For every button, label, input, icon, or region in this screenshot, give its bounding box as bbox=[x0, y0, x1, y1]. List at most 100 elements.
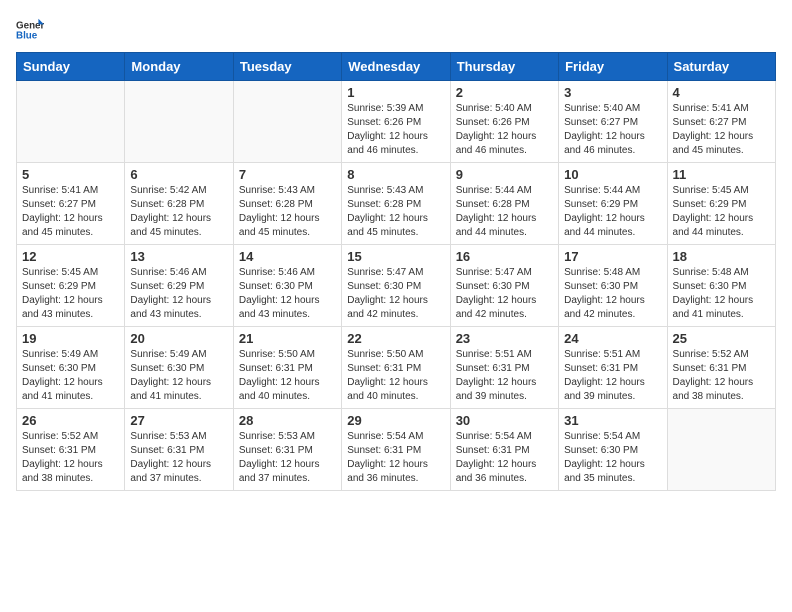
day-number: 16 bbox=[456, 249, 553, 264]
calendar-cell: 31 Sunrise: 5:54 AM Sunset: 6:30 PM Dayli… bbox=[559, 409, 667, 491]
day-number: 14 bbox=[239, 249, 336, 264]
calendar-cell: 14 Sunrise: 5:46 AM Sunset: 6:30 PM Dayli… bbox=[233, 245, 341, 327]
calendar-cell: 15Sunrise: 5:47 AM Sunset: 6:30 PM Dayli… bbox=[342, 245, 450, 327]
day-number: 25 bbox=[673, 331, 770, 346]
calendar-cell: 6 Sunrise: 5:42 AM Sunset: 6:28 PM Daylig… bbox=[125, 163, 233, 245]
day-number: 19 bbox=[22, 331, 119, 346]
day-number: 5 bbox=[22, 167, 119, 182]
calendar-cell: 25 Sunrise: 5:52 AM Sunset: 6:31 PM Dayli… bbox=[667, 327, 775, 409]
day-info: Sunrise: 5:43 AM Sunset: 6:28 PM Dayligh… bbox=[239, 184, 336, 240]
day-info: Sunrise: 5:44 AM Sunset: 6:28 PM Dayligh… bbox=[456, 184, 553, 240]
calendar-cell: 1 Sunrise: 5:39 AM Sunset: 6:26 PM Daylig… bbox=[342, 81, 450, 163]
day-info: Sunrise: 5:54 AM Sunset: 6:31 PM Dayligh… bbox=[347, 430, 444, 486]
day-info: Sunrise: 5:43 AM Sunset: 6:28 PM Dayligh… bbox=[347, 184, 444, 240]
day-number: 30 bbox=[456, 413, 553, 428]
calendar-week-3: 12 Sunrise: 5:45 AM Sunset: 6:29 PM Dayli… bbox=[17, 245, 776, 327]
weekday-header-sunday: Sunday bbox=[17, 53, 125, 81]
calendar-cell: 30Sunrise: 5:54 AM Sunset: 6:31 PM Dayli… bbox=[450, 409, 558, 491]
calendar-cell: 13 Sunrise: 5:46 AM Sunset: 6:29 PM Dayli… bbox=[125, 245, 233, 327]
weekday-header-saturday: Saturday bbox=[667, 53, 775, 81]
day-info: Sunrise: 5:40 AM Sunset: 6:26 PM Dayligh… bbox=[456, 102, 553, 158]
calendar-cell: 5 Sunrise: 5:41 AM Sunset: 6:27 PM Daylig… bbox=[17, 163, 125, 245]
day-number: 3 bbox=[564, 85, 661, 100]
calendar-cell: 19 Sunrise: 5:49 AM Sunset: 6:30 PM Dayli… bbox=[17, 327, 125, 409]
day-number: 10 bbox=[564, 167, 661, 182]
calendar-cell: 20 Sunrise: 5:49 AM Sunset: 6:30 PM Dayli… bbox=[125, 327, 233, 409]
day-number: 13 bbox=[130, 249, 227, 264]
calendar-cell: 11 Sunrise: 5:45 AM Sunset: 6:29 PM Dayli… bbox=[667, 163, 775, 245]
day-number: 31 bbox=[564, 413, 661, 428]
day-info: Sunrise: 5:50 AM Sunset: 6:31 PM Dayligh… bbox=[347, 348, 444, 404]
calendar-cell: 23 Sunrise: 5:51 AM Sunset: 6:31 PM Dayli… bbox=[450, 327, 558, 409]
day-info: Sunrise: 5:49 AM Sunset: 6:30 PM Dayligh… bbox=[130, 348, 227, 404]
calendar-table: SundayMondayTuesdayWednesdayThursdayFrid… bbox=[16, 52, 776, 491]
calendar-cell: 2 Sunrise: 5:40 AM Sunset: 6:26 PM Daylig… bbox=[450, 81, 558, 163]
weekday-header-wednesday: Wednesday bbox=[342, 53, 450, 81]
day-info: Sunrise: 5:50 AM Sunset: 6:31 PM Dayligh… bbox=[239, 348, 336, 404]
day-number: 2 bbox=[456, 85, 553, 100]
day-number: 20 bbox=[130, 331, 227, 346]
day-info: Sunrise: 5:53 AM Sunset: 6:31 PM Dayligh… bbox=[239, 430, 336, 486]
calendar-cell: 4 Sunrise: 5:41 AM Sunset: 6:27 PM Daylig… bbox=[667, 81, 775, 163]
day-info: Sunrise: 5:41 AM Sunset: 6:27 PM Dayligh… bbox=[673, 102, 770, 158]
day-info: Sunrise: 5:46 AM Sunset: 6:30 PM Dayligh… bbox=[239, 266, 336, 322]
day-number: 27 bbox=[130, 413, 227, 428]
calendar-week-4: 19 Sunrise: 5:49 AM Sunset: 6:30 PM Dayli… bbox=[17, 327, 776, 409]
day-info: Sunrise: 5:45 AM Sunset: 6:29 PM Dayligh… bbox=[673, 184, 770, 240]
logo: General Blue bbox=[16, 16, 44, 44]
day-info: Sunrise: 5:51 AM Sunset: 6:31 PM Dayligh… bbox=[564, 348, 661, 404]
day-number: 24 bbox=[564, 331, 661, 346]
calendar-cell: 22 Sunrise: 5:50 AM Sunset: 6:31 PM Dayli… bbox=[342, 327, 450, 409]
calendar-cell bbox=[667, 409, 775, 491]
calendar-cell: 9 Sunrise: 5:44 AM Sunset: 6:28 PM Daylig… bbox=[450, 163, 558, 245]
page-header: General Blue bbox=[16, 16, 776, 44]
day-info: Sunrise: 5:41 AM Sunset: 6:27 PM Dayligh… bbox=[22, 184, 119, 240]
day-number: 21 bbox=[239, 331, 336, 346]
weekday-header-monday: Monday bbox=[125, 53, 233, 81]
weekday-header-row: SundayMondayTuesdayWednesdayThursdayFrid… bbox=[17, 53, 776, 81]
day-info: Sunrise: 5:42 AM Sunset: 6:28 PM Dayligh… bbox=[130, 184, 227, 240]
day-info: Sunrise: 5:48 AM Sunset: 6:30 PM Dayligh… bbox=[673, 266, 770, 322]
calendar-cell: 16Sunrise: 5:47 AM Sunset: 6:30 PM Dayli… bbox=[450, 245, 558, 327]
day-info: Sunrise: 5:51 AM Sunset: 6:31 PM Dayligh… bbox=[456, 348, 553, 404]
calendar-cell: 3 Sunrise: 5:40 AM Sunset: 6:27 PM Daylig… bbox=[559, 81, 667, 163]
calendar-cell bbox=[233, 81, 341, 163]
day-number: 11 bbox=[673, 167, 770, 182]
calendar-cell bbox=[17, 81, 125, 163]
day-number: 9 bbox=[456, 167, 553, 182]
day-number: 1 bbox=[347, 85, 444, 100]
day-info: Sunrise: 5:52 AM Sunset: 6:31 PM Dayligh… bbox=[673, 348, 770, 404]
day-info: Sunrise: 5:48 AM Sunset: 6:30 PM Dayligh… bbox=[564, 266, 661, 322]
day-info: Sunrise: 5:45 AM Sunset: 6:29 PM Dayligh… bbox=[22, 266, 119, 322]
day-info: Sunrise: 5:49 AM Sunset: 6:30 PM Dayligh… bbox=[22, 348, 119, 404]
calendar-cell: 29 Sunrise: 5:54 AM Sunset: 6:31 PM Dayli… bbox=[342, 409, 450, 491]
weekday-header-tuesday: Tuesday bbox=[233, 53, 341, 81]
day-number: 8 bbox=[347, 167, 444, 182]
day-number: 28 bbox=[239, 413, 336, 428]
calendar-cell: 21 Sunrise: 5:50 AM Sunset: 6:31 PM Dayli… bbox=[233, 327, 341, 409]
day-number: 12 bbox=[22, 249, 119, 264]
logo-icon: General Blue bbox=[16, 16, 44, 44]
day-number: 23 bbox=[456, 331, 553, 346]
calendar-cell: 12 Sunrise: 5:45 AM Sunset: 6:29 PM Dayli… bbox=[17, 245, 125, 327]
calendar-cell: 17Sunrise: 5:48 AM Sunset: 6:30 PM Dayli… bbox=[559, 245, 667, 327]
day-number: 22 bbox=[347, 331, 444, 346]
day-number: 15 bbox=[347, 249, 444, 264]
calendar-cell: 10Sunrise: 5:44 AM Sunset: 6:29 PM Dayli… bbox=[559, 163, 667, 245]
day-info: Sunrise: 5:53 AM Sunset: 6:31 PM Dayligh… bbox=[130, 430, 227, 486]
calendar-cell: 7 Sunrise: 5:43 AM Sunset: 6:28 PM Daylig… bbox=[233, 163, 341, 245]
day-info: Sunrise: 5:52 AM Sunset: 6:31 PM Dayligh… bbox=[22, 430, 119, 486]
calendar-cell: 26Sunrise: 5:52 AM Sunset: 6:31 PM Dayli… bbox=[17, 409, 125, 491]
calendar-cell: 24 Sunrise: 5:51 AM Sunset: 6:31 PM Dayli… bbox=[559, 327, 667, 409]
day-info: Sunrise: 5:39 AM Sunset: 6:26 PM Dayligh… bbox=[347, 102, 444, 158]
day-number: 4 bbox=[673, 85, 770, 100]
day-number: 6 bbox=[130, 167, 227, 182]
calendar-cell: 8 Sunrise: 5:43 AM Sunset: 6:28 PM Daylig… bbox=[342, 163, 450, 245]
day-number: 18 bbox=[673, 249, 770, 264]
day-info: Sunrise: 5:46 AM Sunset: 6:29 PM Dayligh… bbox=[130, 266, 227, 322]
day-number: 7 bbox=[239, 167, 336, 182]
calendar-cell bbox=[125, 81, 233, 163]
day-number: 29 bbox=[347, 413, 444, 428]
day-info: Sunrise: 5:40 AM Sunset: 6:27 PM Dayligh… bbox=[564, 102, 661, 158]
day-info: Sunrise: 5:54 AM Sunset: 6:30 PM Dayligh… bbox=[564, 430, 661, 486]
